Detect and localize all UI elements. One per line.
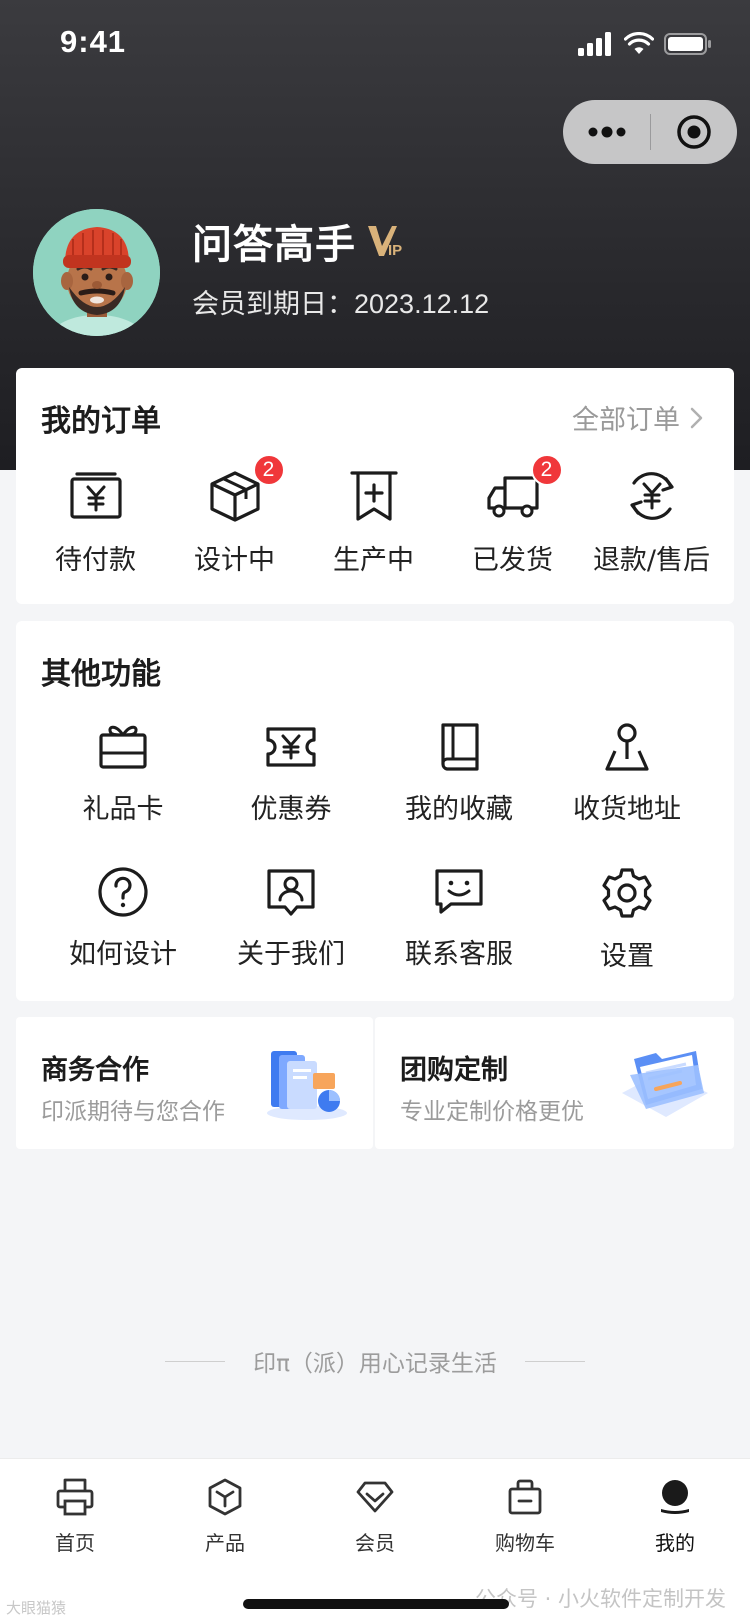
- signal-icon: [578, 32, 611, 56]
- func-customer-service[interactable]: 联系客服: [375, 866, 543, 1011]
- order-designing[interactable]: 2 设计中: [165, 454, 304, 577]
- battery-icon: [664, 33, 711, 55]
- order-status-row: 待付款 2 设计中 生产中 2 已发货 退款/售后: [16, 454, 734, 577]
- func-label: 联系客服: [405, 939, 513, 970]
- gift-card-icon: [99, 725, 147, 769]
- profile-card-icon: [267, 869, 315, 916]
- status-icons: [578, 32, 712, 56]
- receipt-plus-icon: [346, 468, 402, 524]
- status-time: 9:41: [60, 24, 127, 59]
- watermark-right: 公众号 · 小火软件定制开发: [474, 1587, 726, 1611]
- avatar-illustration: [33, 209, 160, 336]
- func-gift-card[interactable]: 礼品卡: [39, 721, 207, 866]
- promo-subtitle: 印派期待与您合作: [41, 1099, 225, 1125]
- box-icon: 2: [207, 454, 285, 524]
- bottom-tab-bar: 首页 产品 会员 购物车 我的 大眼猫猿 公众号 · 小火软件定制开发: [0, 1458, 750, 1624]
- other-functions-card: 其他功能 礼品卡 优惠券 我的收藏 收货地址 如何设计 关于我们 联系客服 设置: [16, 621, 734, 1001]
- function-grid: 礼品卡 优惠券 我的收藏 收货地址 如何设计 关于我们 联系客服 设置: [16, 721, 734, 1011]
- order-label: 待付款: [55, 545, 136, 576]
- order-label: 退款/售后: [592, 545, 711, 576]
- membership-expiry: 会员到期日：2023.12.12: [192, 289, 490, 319]
- location-pin-icon: [605, 723, 649, 771]
- tab-label: 首页: [55, 1531, 95, 1555]
- order-refund-aftersale[interactable]: 退款/售后: [582, 468, 721, 577]
- status-bar: 9:41: [0, 0, 750, 92]
- tab-label: 购物车: [495, 1531, 555, 1555]
- diamond-icon: [355, 1473, 395, 1521]
- other-functions-title: 其他功能: [41, 657, 161, 692]
- user-icon: [655, 1473, 695, 1521]
- func-label: 如何设计: [69, 939, 177, 970]
- tab-mine[interactable]: 我的: [600, 1473, 750, 1556]
- target-icon: [677, 115, 711, 149]
- func-about-us[interactable]: 关于我们: [207, 866, 375, 1011]
- tab-products[interactable]: 产品: [150, 1473, 300, 1556]
- more-options-button[interactable]: [563, 100, 650, 164]
- all-orders-link[interactable]: 全部订单: [572, 398, 704, 437]
- order-in-production[interactable]: 生产中: [304, 468, 443, 577]
- func-label: 关于我们: [237, 939, 345, 970]
- func-label: 优惠券: [250, 794, 332, 825]
- tab-label: 会员: [355, 1531, 395, 1555]
- avatar[interactable]: [33, 209, 160, 336]
- func-settings[interactable]: 设置: [543, 866, 711, 1011]
- book-icon: [441, 723, 479, 771]
- help-circle-icon: [98, 867, 148, 917]
- order-badge: 2: [252, 454, 285, 486]
- more-dots-icon: [588, 126, 625, 138]
- slogan-text: 印π（派）用心记录生活: [253, 1351, 497, 1377]
- order-badge: 2: [530, 454, 563, 486]
- vip-badge-icon: IP: [368, 226, 402, 259]
- group-purchase-card[interactable]: 团购定制 专业定制价格更优: [375, 1017, 734, 1149]
- order-label: 生产中: [333, 545, 414, 576]
- refund-yen-icon: [624, 468, 680, 524]
- all-orders-label: 全部订单: [572, 405, 680, 436]
- folder-illustration: [622, 1051, 708, 1117]
- wallet-yen-icon: [68, 468, 124, 524]
- gear-icon: [602, 868, 652, 918]
- chat-smile-icon: [435, 869, 483, 914]
- user-name: 问答高手: [192, 222, 356, 268]
- order-label: 已发货: [472, 545, 553, 576]
- order-shipped[interactable]: 2 已发货: [443, 454, 582, 577]
- tab-home[interactable]: 首页: [0, 1473, 150, 1556]
- func-label: 收货地址: [573, 794, 681, 825]
- business-cooperation-card[interactable]: 商务合作 印派期待与您合作: [16, 1017, 373, 1149]
- truck-icon: 2: [485, 454, 563, 524]
- wifi-icon: [624, 32, 654, 54]
- watermark-left: 大眼猫猿: [6, 1599, 67, 1617]
- func-address[interactable]: 收货地址: [543, 721, 711, 866]
- chevron-right-icon: [690, 407, 703, 428]
- tab-label: 产品: [205, 1531, 245, 1555]
- promo-subtitle: 专业定制价格更优: [400, 1099, 584, 1125]
- documents-illustration: [267, 1051, 347, 1120]
- user-name-row: 问答高手 IP: [192, 212, 408, 270]
- func-label: 设置: [600, 941, 654, 972]
- miniprogram-capsule: [563, 100, 737, 164]
- promo-title: 商务合作: [41, 1055, 149, 1086]
- svg-text:IP: IP: [388, 242, 402, 259]
- slogan-divider-left: [165, 1360, 226, 1362]
- func-favorites[interactable]: 我的收藏: [375, 721, 543, 866]
- order-label: 设计中: [194, 545, 275, 576]
- slogan-divider-right: [524, 1360, 585, 1362]
- func-how-to-design[interactable]: 如何设计: [39, 866, 207, 1011]
- orders-title: 我的订单: [41, 404, 161, 439]
- tab-label: 我的: [655, 1531, 695, 1555]
- cube-icon: [205, 1473, 245, 1521]
- coupon-icon: [266, 727, 316, 767]
- promo-title: 团购定制: [400, 1055, 508, 1086]
- slogan: 印π（派）用心记录生活: [0, 1344, 750, 1378]
- tab-membership[interactable]: 会员: [300, 1473, 450, 1556]
- func-label: 我的收藏: [405, 794, 513, 825]
- home-indicator: [243, 1599, 509, 1609]
- printer-icon: [55, 1473, 95, 1521]
- func-coupon[interactable]: 优惠券: [207, 721, 375, 866]
- close-miniprogram-button[interactable]: [651, 100, 737, 164]
- orders-card: 我的订单 全部订单 待付款 2 设计中 生产中 2 已发货 退款/售后: [16, 368, 734, 604]
- tab-cart[interactable]: 购物车: [450, 1473, 600, 1556]
- basket-icon: [505, 1473, 545, 1521]
- func-label: 礼品卡: [82, 794, 164, 825]
- order-pending-payment[interactable]: 待付款: [26, 468, 165, 577]
